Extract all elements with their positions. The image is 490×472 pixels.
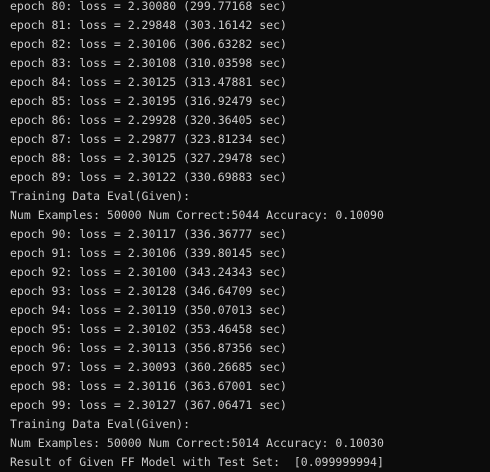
log-line-epoch-92: epoch 92: loss = 2.30100 (343.24343 sec) <box>10 265 287 279</box>
training-eval-result: Num Examples: 50000 Num Correct:5044 Acc… <box>10 208 384 222</box>
training-eval-header: Training Data Eval(Given): <box>10 189 191 203</box>
log-line-epoch-90: epoch 90: loss = 2.30117 (336.36777 sec) <box>10 227 287 241</box>
log-line-epoch-93: epoch 93: loss = 2.30128 (346.64709 sec) <box>10 284 287 298</box>
log-line-epoch-86: epoch 86: loss = 2.29928 (320.36405 sec) <box>10 113 287 127</box>
log-line-epoch-98: epoch 98: loss = 2.30116 (363.67001 sec) <box>10 379 287 393</box>
training-eval-result: Num Examples: 50000 Num Correct:5014 Acc… <box>10 436 384 450</box>
log-line-epoch-82: epoch 82: loss = 2.30106 (306.63282 sec) <box>10 37 287 51</box>
log-line-epoch-95: epoch 95: loss = 2.30102 (353.46458 sec) <box>10 322 287 336</box>
log-line-epoch-97: epoch 97: loss = 2.30093 (360.26685 sec) <box>10 360 287 374</box>
log-line-epoch-84: epoch 84: loss = 2.30125 (313.47881 sec) <box>10 75 287 89</box>
log-line-epoch-96: epoch 96: loss = 2.30113 (356.87356 sec) <box>10 341 287 355</box>
log-line-epoch-83: epoch 83: loss = 2.30108 (310.03598 sec) <box>10 56 287 70</box>
log-line-epoch-85: epoch 85: loss = 2.30195 (316.92479 sec) <box>10 94 287 108</box>
test-set-result: Result of Given FF Model with Test Set: … <box>10 455 384 469</box>
log-line-epoch-81: epoch 81: loss = 2.29848 (303.16142 sec) <box>10 18 287 32</box>
log-line-epoch-87: epoch 87: loss = 2.29877 (323.81234 sec) <box>10 132 287 146</box>
terminal-output[interactable]: epoch 80: loss = 2.30080 (299.77168 sec)… <box>0 0 490 472</box>
log-line-epoch-94: epoch 94: loss = 2.30119 (350.07013 sec) <box>10 303 287 317</box>
log-line-epoch-89: epoch 89: loss = 2.30122 (330.69883 sec) <box>10 170 287 184</box>
log-line-epoch-88: epoch 88: loss = 2.30125 (327.29478 sec) <box>10 151 287 165</box>
log-line-epoch-80: epoch 80: loss = 2.30080 (299.77168 sec) <box>10 0 287 13</box>
training-eval-header: Training Data Eval(Given): <box>10 417 191 431</box>
log-line-epoch-91: epoch 91: loss = 2.30106 (339.80145 sec) <box>10 246 287 260</box>
log-line-epoch-99: epoch 99: loss = 2.30127 (367.06471 sec) <box>10 398 287 412</box>
